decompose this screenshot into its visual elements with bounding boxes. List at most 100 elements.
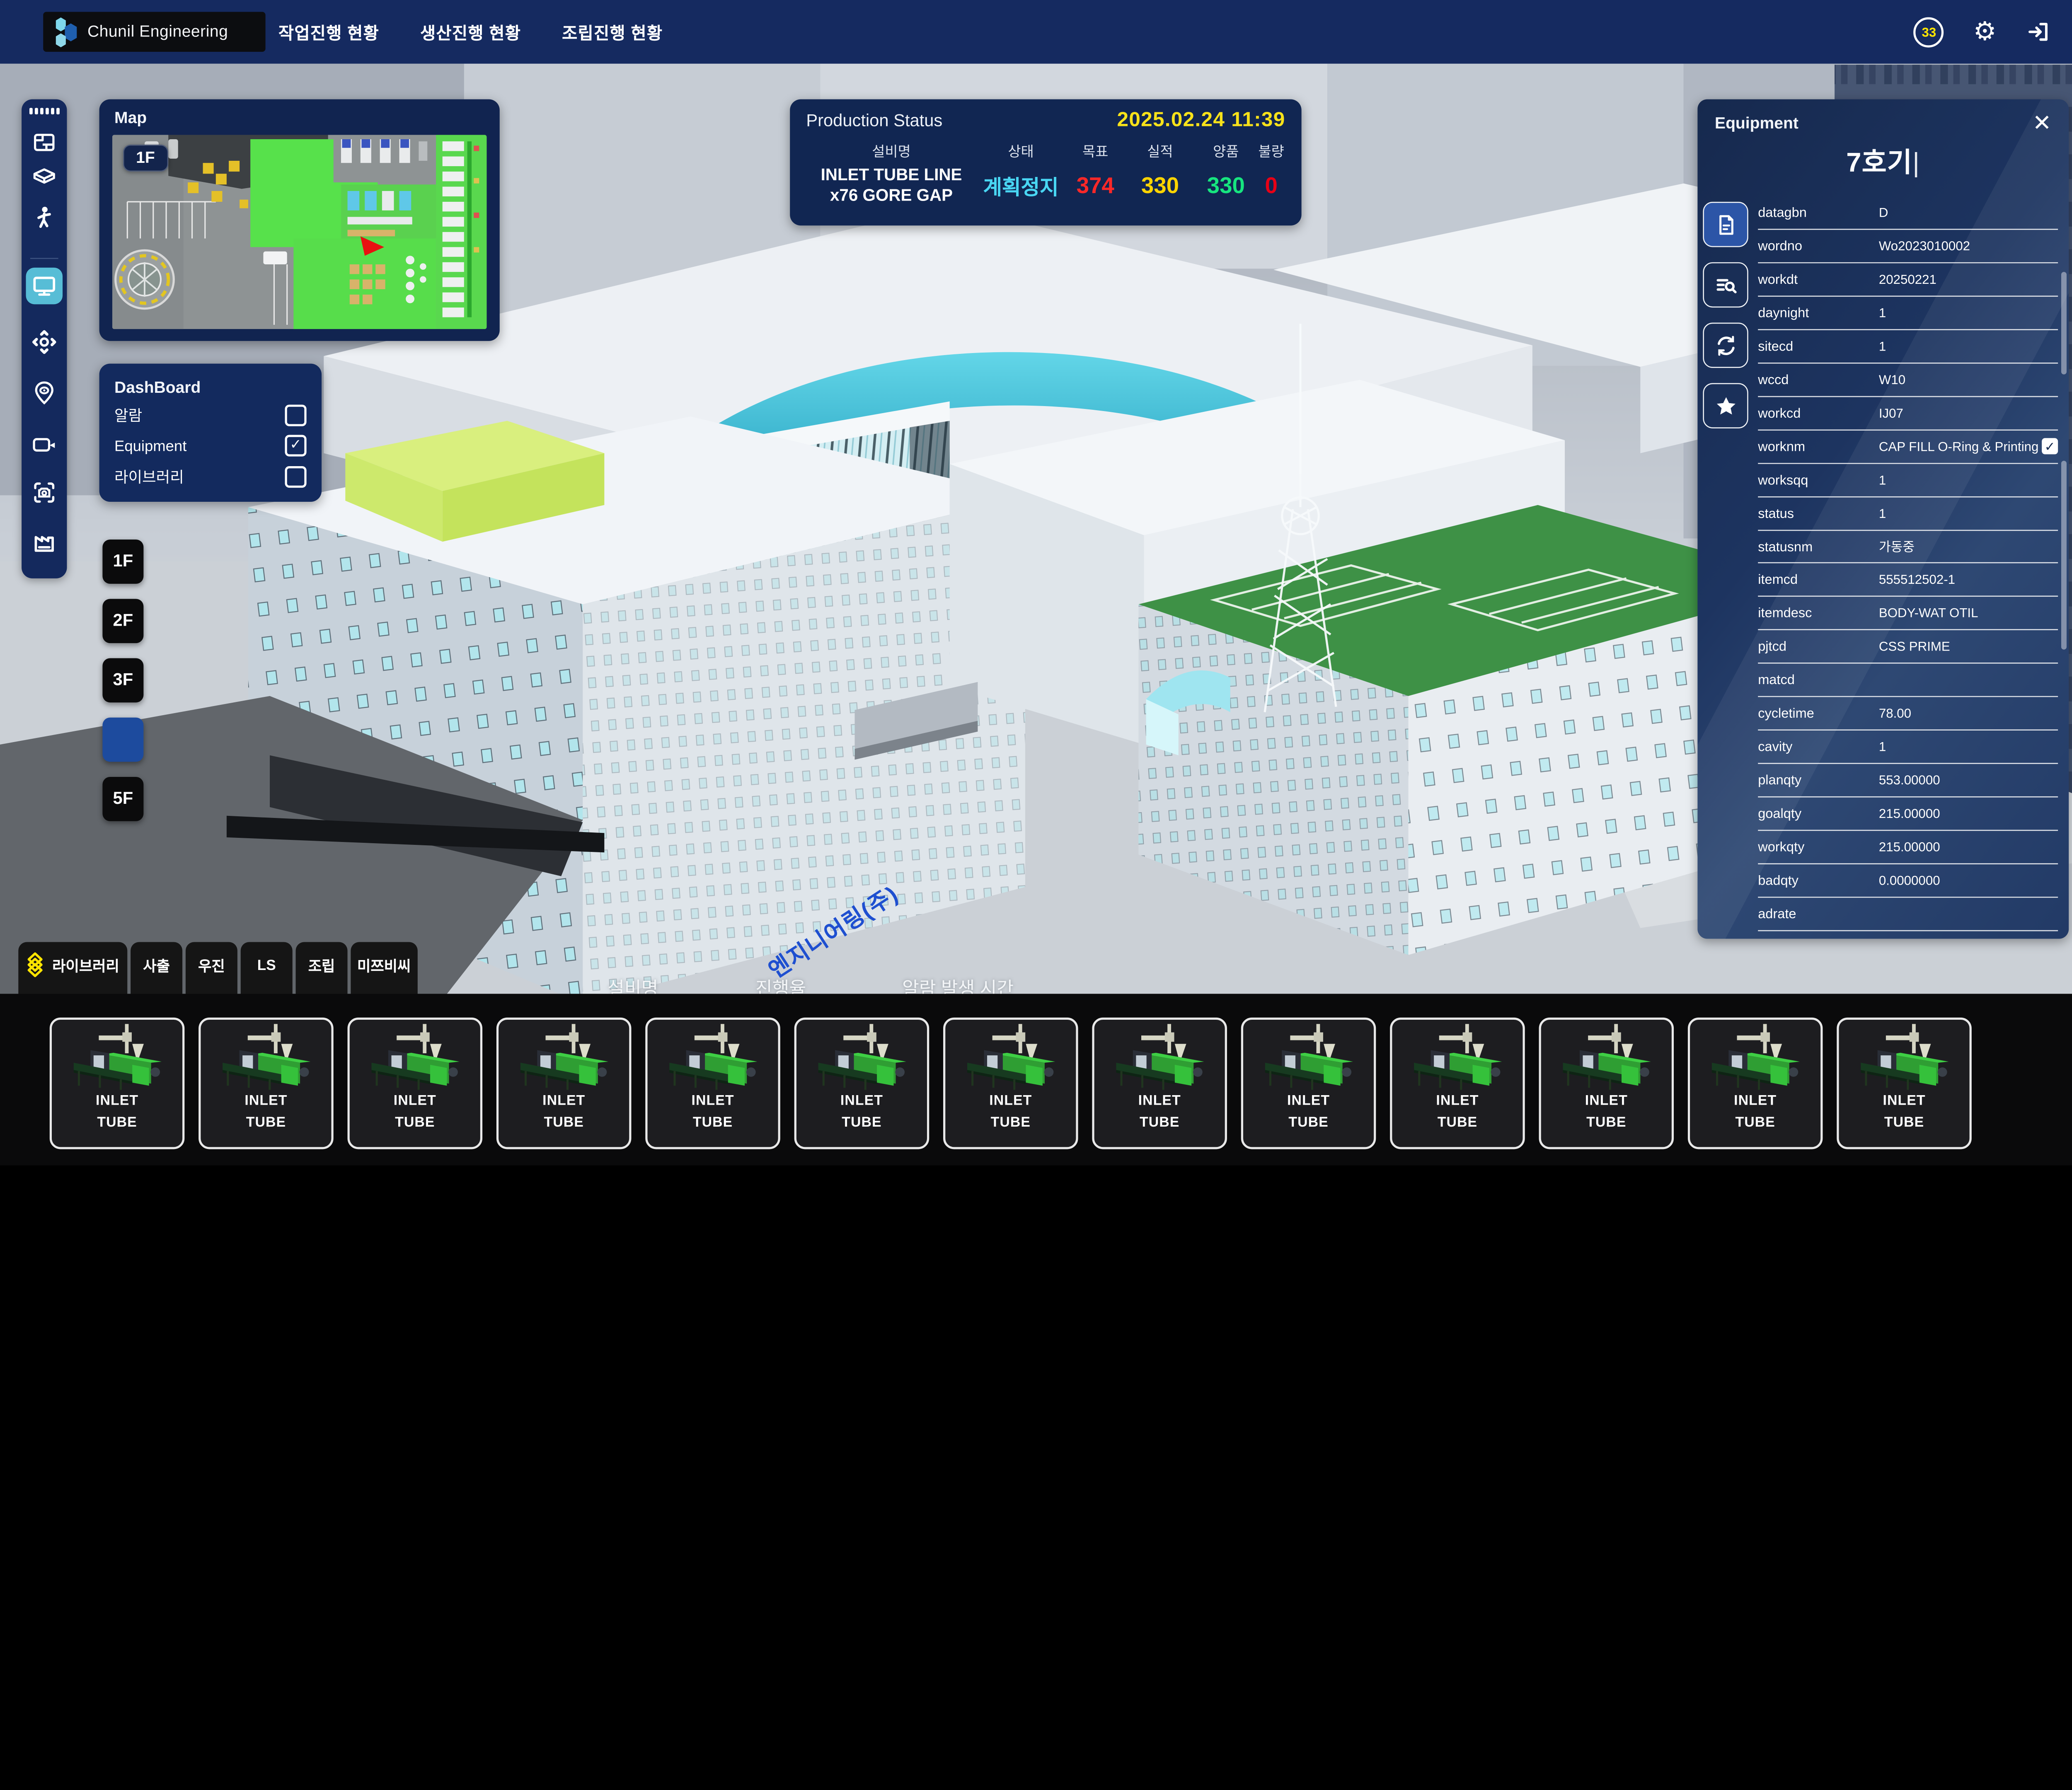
equipment-detail-row: worksqq 1 <box>1758 464 2058 497</box>
machine-thumbnail <box>810 1023 913 1092</box>
target-cell: 374 <box>1065 173 1126 199</box>
machine-card[interactable]: INLETTUBE <box>943 1018 1078 1149</box>
equipment-detail-row: datagbn D <box>1758 196 2058 230</box>
machine-card-label: INLETTUBE <box>1734 1090 1777 1132</box>
floor-button[interactable]: 5F <box>102 777 143 821</box>
equipment-detail-row: wordno Wo2023010002 <box>1758 230 2058 264</box>
machine-card-label: INLETTUBE <box>840 1090 883 1132</box>
video-icon[interactable] <box>31 432 58 458</box>
equipment-detail-row: workcd IJ07 <box>1758 397 2058 431</box>
machine-card-label: INLETTUBE <box>96 1090 138 1132</box>
gear-icon[interactable]: ⚙ <box>1973 19 1997 45</box>
floor-button[interactable]: 1F <box>102 539 143 584</box>
top-navigation-bar: Chunil Engineering 작업진행 현황 생산진행 현황 조립진행 … <box>0 0 2072 64</box>
machine-card[interactable]: INLETTUBE <box>1390 1018 1525 1149</box>
production-title: Production Status <box>806 112 942 132</box>
bottom-tab[interactable]: 라이브러리 <box>18 942 127 994</box>
machine-thumbnail <box>363 1023 467 1092</box>
dashboard-layer-list: 알람 Equipment 라이브러리 <box>114 402 307 492</box>
floor-button[interactable]: 2F <box>102 599 143 643</box>
machine-card-label: INLETTUBE <box>244 1090 287 1132</box>
refresh-button[interactable] <box>1703 323 1748 368</box>
machine-card-list: INLETTUBE <box>0 994 2072 1149</box>
floorplan-icon[interactable] <box>31 130 58 156</box>
monitor-tool-active[interactable] <box>26 268 63 305</box>
machine-card[interactable]: INLETTUBE <box>794 1018 929 1149</box>
equipment-detail-row: daynight 1 <box>1758 297 2058 330</box>
dashboard-panel: DashBoard 알람 Equipment 라이브러리 <box>99 364 322 502</box>
machine-card-label: INLETTUBE <box>1138 1090 1181 1132</box>
nav-menu-item[interactable]: 생산진행 현황 <box>420 20 521 44</box>
cube-icon[interactable] <box>31 166 58 190</box>
bottom-tab[interactable]: 사출 <box>131 942 182 994</box>
equipment-detail-row: pjtcd CSS PRIME <box>1758 631 2058 664</box>
dashboard-layer-row: 라이브러리 <box>114 461 307 492</box>
machine-card[interactable]: INLETTUBE <box>198 1018 334 1149</box>
production-table-row: INLET TUBE LINE x76 GORE GAP 계획정지 374 33… <box>806 166 1285 206</box>
screenshot-icon[interactable] <box>31 479 58 506</box>
machine-card[interactable]: INLETTUBE <box>1837 1018 1972 1149</box>
machine-card-label: INLETTUBE <box>394 1090 436 1132</box>
equipment-detail-row: itemdesc BODY-WAT OTIL <box>1758 597 2058 631</box>
machine-card-label: INLETTUBE <box>1585 1090 1628 1132</box>
machine-thumbnail <box>1554 1023 1658 1092</box>
nav-menu-item[interactable]: 조립진행 현황 <box>562 20 663 44</box>
logout-icon[interactable] <box>2026 19 2050 44</box>
close-icon[interactable]: ✕ <box>2033 112 2052 135</box>
machine-card-label: INLETTUBE <box>1287 1090 1330 1132</box>
app-root: 설비명 진행율 알람 발생 시간 엔지니어링(주) <box>0 0 2072 1166</box>
machine-thumbnail <box>1852 1023 1956 1092</box>
factory-icon[interactable] <box>31 529 58 556</box>
sidebar-divider <box>30 258 58 259</box>
nav-menu-item[interactable]: 작업진행 현황 <box>278 20 379 44</box>
machine-card[interactable]: INLETTUBE <box>645 1018 780 1149</box>
bad-cell: 0 <box>1257 173 1285 199</box>
equipment-detail-row: workqty 215.00000 <box>1758 831 2058 864</box>
drag-handle[interactable] <box>29 108 59 114</box>
worknm-checkbox[interactable] <box>2042 438 2058 455</box>
scrollbar[interactable] <box>2061 272 2067 876</box>
equipment-detail-row: status 1 <box>1758 497 2058 530</box>
machine-thumbnail <box>661 1023 765 1092</box>
machine-thumbnail <box>65 1023 169 1092</box>
machine-card-label: INLETTUBE <box>1436 1090 1479 1132</box>
bottom-tab[interactable]: 미쯔비씨 <box>351 942 417 994</box>
list-search-button[interactable] <box>1703 262 1748 307</box>
dpad-icon[interactable] <box>30 328 58 356</box>
equipment-detail-row: workdt 20250221 <box>1758 263 2058 297</box>
floor-button[interactable]: 3F <box>102 658 143 703</box>
machine-thumbnail <box>1704 1023 1807 1092</box>
good-cell: 330 <box>1195 173 1257 199</box>
machine-card[interactable]: INLETTUBE <box>1539 1018 1674 1149</box>
map-panel-title: Map <box>99 99 500 133</box>
person-icon[interactable] <box>31 205 58 231</box>
machine-card[interactable]: INLETTUBE <box>348 1018 483 1149</box>
bottom-tab[interactable]: 우진 <box>186 942 237 994</box>
machine-card[interactable]: INLETTUBE <box>1688 1018 1823 1149</box>
machine-card[interactable]: INLETTUBE <box>1241 1018 1376 1149</box>
tool-sidebar <box>22 99 67 578</box>
star-button[interactable] <box>1703 383 1748 428</box>
notification-badge[interactable]: 33 <box>1914 17 1944 47</box>
pin-icon[interactable] <box>31 380 58 406</box>
app-logo[interactable]: Chunil Engineering <box>43 12 265 52</box>
machine-card[interactable]: INLETTUBE <box>496 1018 632 1149</box>
bottom-tab[interactable]: LS <box>241 942 293 994</box>
equipment-name-field[interactable]: 7호기| <box>1697 141 2069 180</box>
minimap[interactable] <box>112 135 487 329</box>
machine-card[interactable]: INLETTUBE <box>50 1018 185 1149</box>
document-button[interactable] <box>1703 202 1748 247</box>
layer-checkbox[interactable] <box>285 466 307 487</box>
floor-button[interactable] <box>102 718 143 762</box>
layer-checkbox[interactable] <box>285 405 307 426</box>
dashboard-layer-row: 알람 <box>114 402 307 430</box>
machine-card-strip: INLETTUBE <box>0 994 2072 1165</box>
machine-thumbnail <box>1406 1023 1509 1092</box>
production-table-header: 설비명상태목표실적양품불량 <box>806 140 1285 161</box>
main-menu: 작업진행 현황 생산진행 현황 조립진행 현황 <box>278 0 663 64</box>
machine-card[interactable]: INLETTUBE <box>1092 1018 1227 1149</box>
layer-checkbox[interactable] <box>285 434 307 456</box>
equipment-detail-row: worknm CAP FILL O-Ring & Printing <box>1758 430 2058 464</box>
minimap-image <box>112 135 487 329</box>
bottom-tab[interactable]: 조립 <box>296 942 348 994</box>
